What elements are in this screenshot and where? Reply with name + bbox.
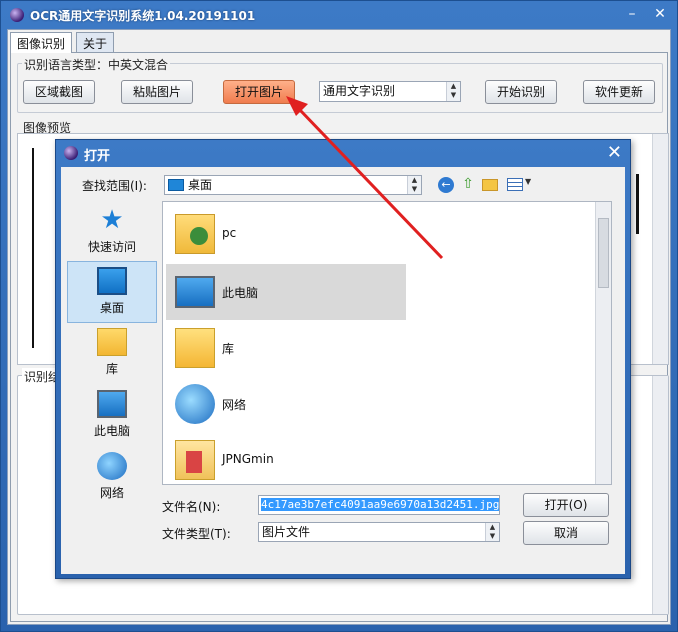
file-thumbnail-icon: [186, 451, 202, 473]
result-scrollbar[interactable]: [652, 376, 668, 614]
file-name: 库: [222, 342, 235, 356]
filetype-label: 文件类型(T):: [162, 527, 231, 541]
folder-icon: [175, 440, 215, 480]
computer-icon: [175, 276, 215, 308]
region-capture-button[interactable]: 区域截图: [23, 80, 95, 104]
ocr-mode-select[interactable]: 通用文字识别 ▲ ▼: [319, 81, 461, 102]
computer-icon: [97, 390, 127, 418]
place-label: 库: [105, 362, 118, 376]
file-list: pc 此电脑 库 网络 JPNGmin: [162, 201, 612, 485]
dialog-body: 查找范围(I): 桌面 ▲ ▼ ← ⇧ ▼ ★ 快速访问 桌面 库 此电脑 网络…: [61, 167, 625, 574]
desktop-icon: [97, 267, 127, 295]
chevron-down-icon[interactable]: ▼: [525, 177, 531, 186]
app-icon: [10, 8, 24, 22]
star-icon: ★: [100, 205, 124, 235]
filename-input[interactable]: 4c17ae3b7efc4091aa9e6970a13d2451.jpg: [258, 495, 500, 515]
lookin-select[interactable]: 桌面 ▲ ▼: [164, 175, 422, 195]
software-update-button[interactable]: 软件更新: [583, 80, 655, 104]
place-label: 快速访问: [87, 240, 136, 254]
tab-image-ocr[interactable]: 图像识别: [10, 32, 73, 53]
desktop-icon: [168, 179, 184, 191]
place-library[interactable]: 库: [67, 323, 157, 385]
place-label: 此电脑: [93, 424, 130, 438]
window-title: OCR通用文字识别系统1.04.20191101: [30, 9, 256, 23]
network-icon: [175, 384, 215, 424]
close-button[interactable]: ✕: [649, 5, 671, 23]
open-button[interactable]: 打开(O): [523, 493, 609, 517]
back-icon[interactable]: ←: [438, 177, 454, 193]
library-folder-icon: [175, 328, 215, 368]
new-folder-icon[interactable]: [482, 179, 498, 191]
place-desktop[interactable]: 桌面: [67, 261, 157, 323]
up-folder-icon[interactable]: ⇧: [460, 176, 476, 192]
language-label: 识别语言类型：中英文混合: [22, 56, 171, 73]
file-list-scrollbar[interactable]: [595, 202, 611, 484]
dialog-app-icon: [64, 146, 78, 160]
place-label: 桌面: [99, 301, 124, 315]
list-item[interactable]: JPNGmin: [166, 432, 406, 488]
filetype-select[interactable]: 图片文件 ▲ ▼: [258, 522, 500, 542]
place-network[interactable]: 网络: [67, 447, 157, 509]
spin-arrows-icon[interactable]: ▲ ▼: [485, 523, 499, 541]
preview-glyph: [636, 174, 646, 234]
cancel-button[interactable]: 取消: [523, 521, 609, 545]
user-folder-icon: [175, 214, 215, 254]
start-ocr-button[interactable]: 开始识别: [485, 80, 557, 104]
user-avatar-icon: [190, 227, 208, 245]
dialog-title: 打开: [84, 149, 111, 164]
list-item[interactable]: 网络: [166, 376, 406, 432]
paste-image-button[interactable]: 粘贴图片: [121, 80, 193, 104]
preview-scrollbar[interactable]: [652, 134, 668, 364]
file-name: JPNGmin: [222, 452, 274, 466]
preview-line: [32, 148, 34, 348]
file-name: 此电脑: [222, 286, 259, 300]
lookin-value: 桌面: [188, 178, 213, 192]
places-bar: ★ 快速访问 桌面 库 此电脑 网络: [67, 195, 159, 500]
dialog-close-button[interactable]: ✕: [607, 142, 622, 163]
list-item[interactable]: 库: [166, 320, 406, 376]
minimize-button[interactable]: –: [621, 5, 643, 23]
view-menu-icon[interactable]: [507, 178, 523, 191]
library-folder-icon: [97, 328, 127, 356]
open-image-button[interactable]: 打开图片: [223, 80, 295, 104]
ocr-mode-value: 通用文字识别: [323, 84, 396, 98]
spin-arrows-icon[interactable]: ▲ ▼: [407, 176, 421, 194]
filetype-value: 图片文件: [262, 525, 311, 539]
title-bar: OCR通用文字识别系统1.04.20191101 – ✕: [1, 1, 677, 29]
lookin-label: 查找范围(I):: [82, 179, 147, 193]
place-quick-access[interactable]: ★ 快速访问: [67, 201, 157, 263]
filename-label: 文件名(N):: [162, 500, 221, 514]
place-this-pc[interactable]: 此电脑: [67, 385, 157, 447]
spin-arrows-icon[interactable]: ▲ ▼: [446, 82, 460, 101]
list-item[interactable]: pc: [166, 206, 406, 262]
filename-value: 4c17ae3b7efc4091aa9e6970a13d2451.jpg: [261, 498, 500, 511]
file-name: pc: [222, 226, 237, 240]
network-icon: [97, 452, 127, 480]
open-file-dialog: 打开 ✕ 查找范围(I): 桌面 ▲ ▼ ← ⇧ ▼ ★ 快速访问 桌面 库 此…: [55, 139, 631, 579]
scrollbar-thumb[interactable]: [598, 218, 609, 288]
place-label: 网络: [99, 486, 124, 500]
tab-about[interactable]: 关于: [76, 32, 115, 52]
list-item[interactable]: 此电脑: [166, 264, 406, 320]
file-name: 网络: [222, 398, 247, 412]
